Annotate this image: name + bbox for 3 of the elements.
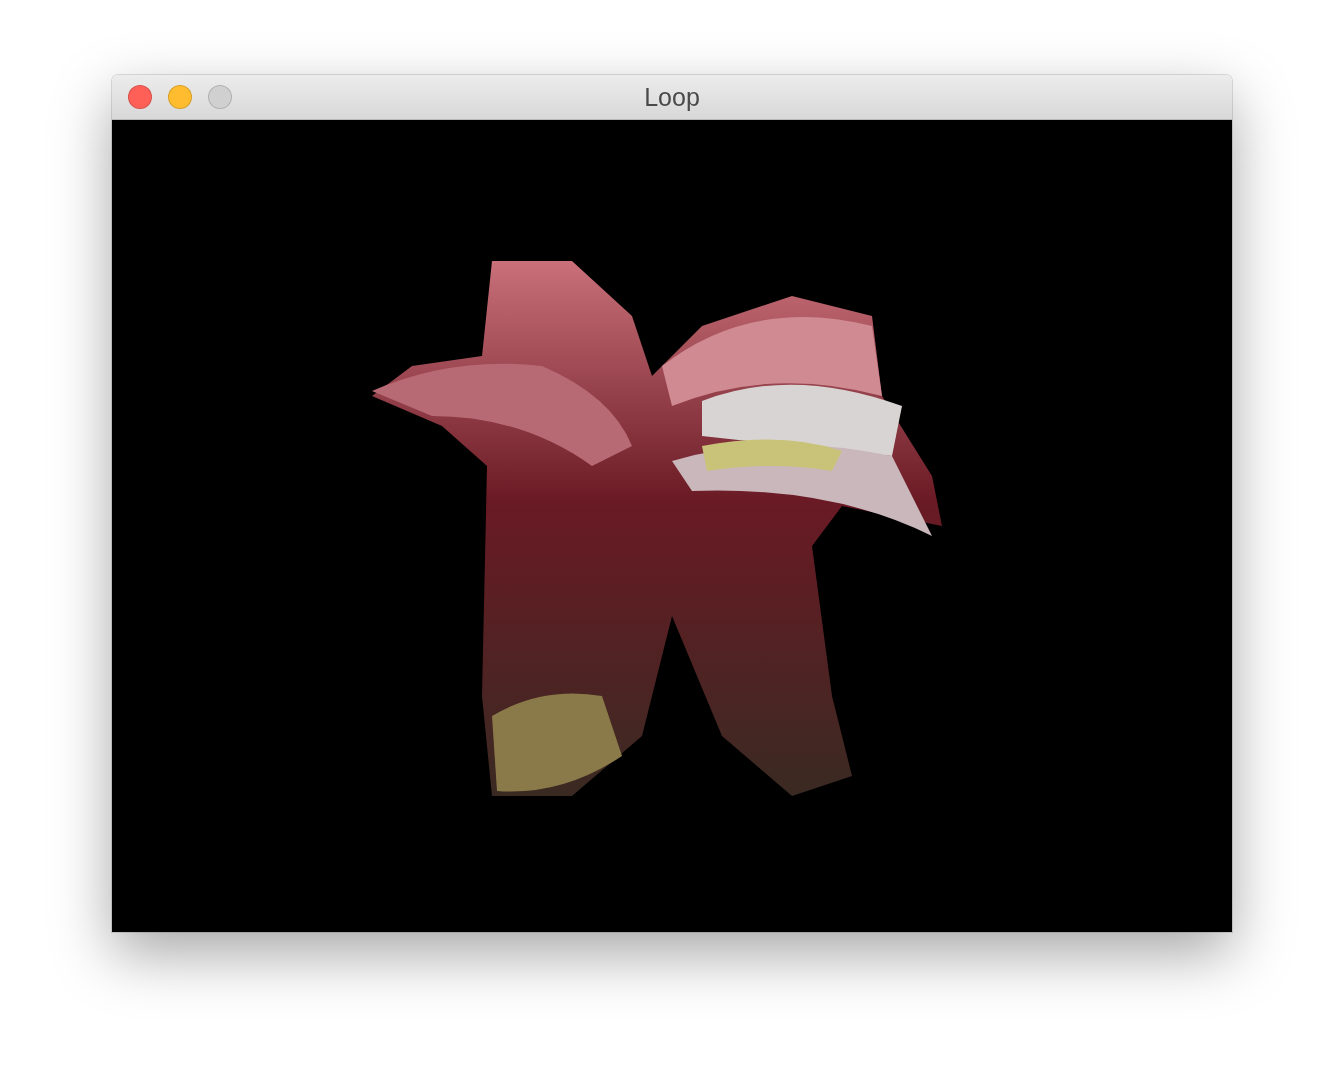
minimize-button[interactable] [168, 85, 192, 109]
close-button[interactable] [128, 85, 152, 109]
window-title: Loop [644, 82, 700, 112]
